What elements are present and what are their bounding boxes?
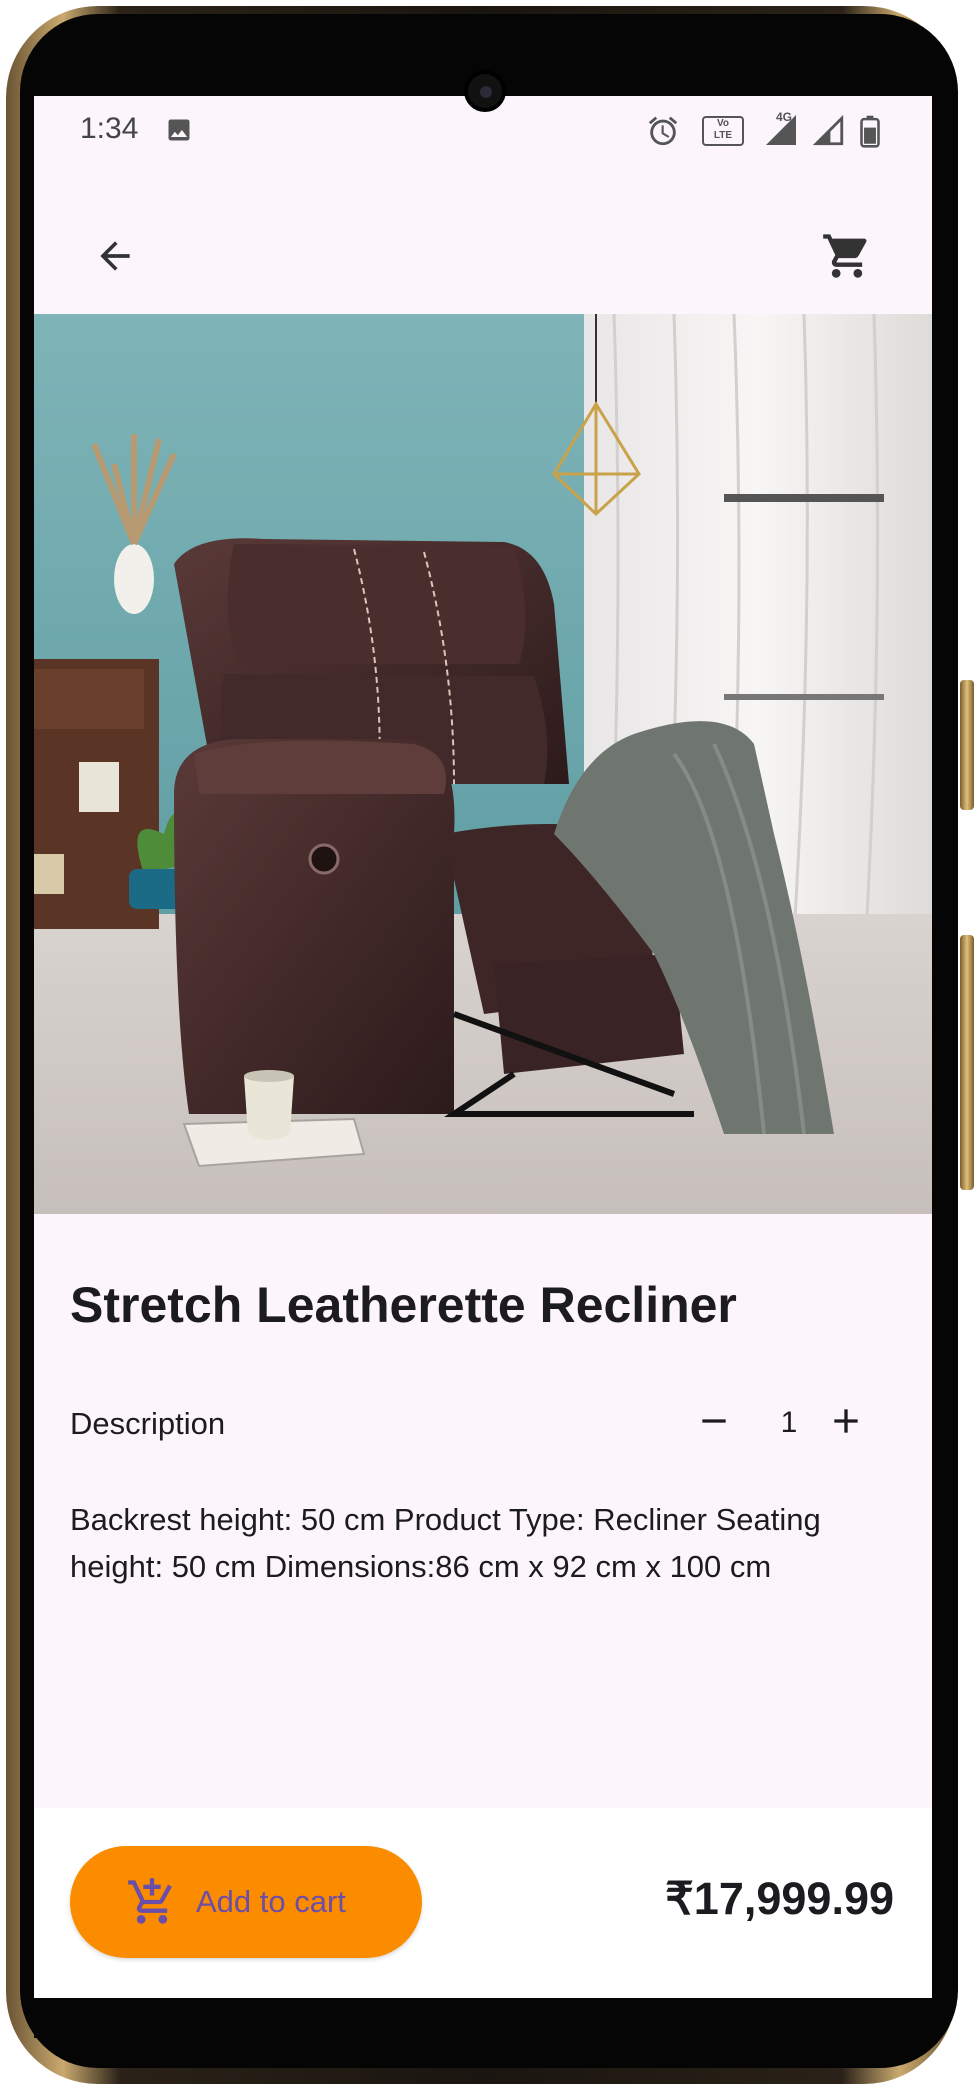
mobile-data-icon: 4G [758, 110, 804, 153]
back-button[interactable] [70, 211, 160, 301]
minus-icon [702, 1419, 726, 1423]
alarm-icon [646, 114, 680, 153]
add-to-cart-label: Add to cart [196, 1884, 346, 1919]
description-label: Description [70, 1406, 226, 1441]
increase-quantity-button[interactable] [816, 1391, 876, 1451]
power-button [960, 680, 974, 810]
system-nav-bar [34, 1998, 932, 2038]
volume-button [960, 935, 974, 1190]
quantity-value: 1 [780, 1406, 798, 1439]
add-shopping-cart-icon [128, 1878, 172, 1924]
bottom-action-bar: Add to cart ₹17,999.99 [34, 1808, 932, 2000]
product-description: Backrest height: 50 cm Product Type: Rec… [70, 1502, 821, 1584]
product-title: Stretch Leatherette Recliner [70, 1277, 737, 1333]
product-price: ₹17,999.99 [665, 1873, 894, 1924]
network-type-label: 4G [776, 110, 793, 124]
signal-icon [812, 114, 846, 153]
decrease-quantity-button[interactable] [684, 1391, 744, 1451]
recliner-image [34, 314, 932, 1214]
app-screen: 1:34 Vo LTE 4G Stretch Leatherette Recli… [34, 96, 932, 2000]
arrow-back-icon [100, 241, 130, 271]
quantity-stepper: 1 [684, 1386, 884, 1456]
battery-icon [858, 114, 882, 153]
status-time: 1:34 [80, 112, 139, 145]
add-to-cart-button[interactable]: Add to cart [70, 1846, 422, 1958]
shopping-cart-icon [823, 234, 867, 278]
app-bar [34, 196, 932, 316]
gallery-notification-icon [164, 116, 194, 149]
plus-icon [834, 1409, 858, 1433]
volte-icon: Vo LTE [702, 116, 744, 146]
cart-button[interactable] [802, 211, 892, 301]
product-image [34, 314, 932, 1214]
front-camera [464, 70, 506, 112]
